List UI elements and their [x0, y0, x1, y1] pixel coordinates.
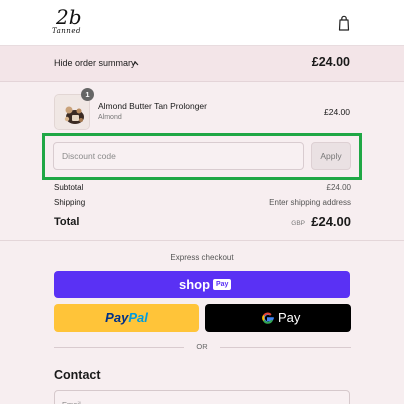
- paypal-logo-part2: Pal: [128, 310, 148, 325]
- total-value: £24.00: [311, 214, 351, 229]
- google-pay-button[interactable]: Pay: [205, 304, 351, 332]
- logo-mark: 2b: [56, 5, 82, 29]
- or-divider-left: [54, 347, 184, 348]
- shipping-row: Shipping Enter shipping address: [54, 198, 351, 210]
- subtotal-label: Subtotal: [54, 183, 84, 192]
- shopping-bag-icon[interactable]: [337, 15, 351, 31]
- shipping-label: Shipping: [54, 198, 86, 207]
- express-checkout-heading: Express checkout: [170, 253, 234, 262]
- order-summary-toggle-label[interactable]: Hide order summary: [54, 58, 136, 68]
- shop-logo: shop: [179, 277, 211, 292]
- or-label: OR: [196, 342, 208, 351]
- discount-code-input[interactable]: Discount code: [53, 142, 304, 170]
- apply-discount-button[interactable]: Apply: [311, 142, 351, 170]
- paypal-button[interactable]: PayPal: [54, 304, 199, 332]
- subtotal-value: £24.00: [326, 183, 351, 192]
- logo-subtitle: Tanned: [52, 27, 81, 35]
- subtotal-row: Subtotal £24.00: [54, 183, 351, 195]
- google-pay-label: Pay: [278, 310, 301, 325]
- shipping-value: Enter shipping address: [269, 198, 351, 207]
- product-name: Almond Butter Tan Prolonger: [98, 101, 207, 111]
- email-field[interactable]: Email: [54, 390, 350, 404]
- contact-heading: Contact: [54, 368, 101, 382]
- order-summary-total: £24.00: [311, 55, 350, 69]
- site-header: 2b Tanned: [0, 0, 404, 46]
- order-summary-toggle[interactable]: Hide order summary £24.00: [0, 46, 404, 82]
- total-label: Total: [54, 216, 80, 228]
- section-divider: [0, 240, 404, 241]
- shop-pay-button[interactable]: shop Pay: [54, 271, 350, 298]
- chevron-up-icon: [132, 61, 139, 66]
- brand-logo[interactable]: 2b Tanned: [52, 5, 84, 37]
- or-divider-right: [220, 347, 351, 348]
- product-variant: Almond: [98, 114, 122, 121]
- quantity-badge: 1: [81, 88, 94, 101]
- currency-code: GBP: [291, 220, 305, 227]
- total-row: Total GBP £24.00: [54, 213, 351, 231]
- shop-pay-badge: Pay: [213, 279, 232, 290]
- product-price: £24.00: [324, 107, 350, 117]
- google-g-icon: [262, 312, 274, 324]
- paypal-logo-part1: Pay: [105, 310, 129, 325]
- cart-line-item: 1 Almond Butter Tan Prolonger Almond £24…: [54, 88, 350, 130]
